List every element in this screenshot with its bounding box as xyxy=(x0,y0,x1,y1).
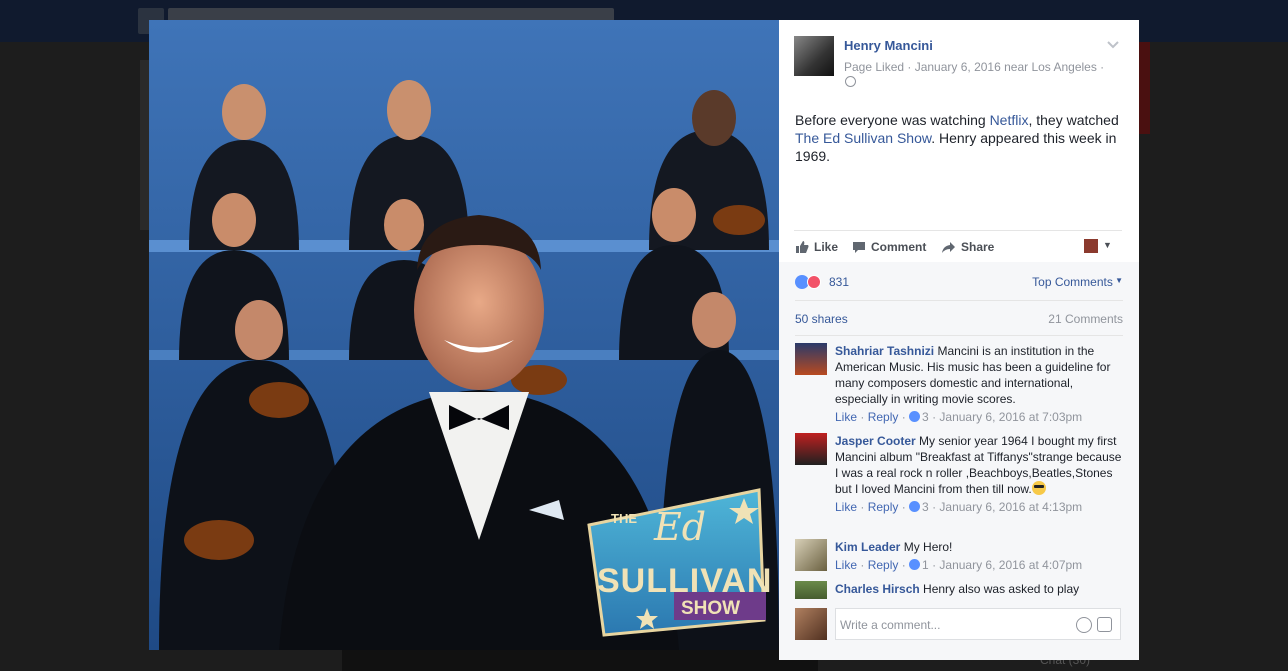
background-red-block xyxy=(1139,42,1150,134)
background-bottom-strip xyxy=(342,650,818,671)
ed-sullivan-show-photo: THE Ed SULLIVAN SHOW xyxy=(149,20,779,650)
like-button[interactable]: Like xyxy=(795,240,838,254)
comment-button[interactable]: Comment xyxy=(852,240,926,254)
comment-actions: Like · Reply · 3 · January 6, 2016 at 4:… xyxy=(835,500,1083,514)
svg-text:Ed: Ed xyxy=(653,505,706,549)
post-photo[interactable]: THE Ed SULLIVAN SHOW xyxy=(149,20,779,650)
ed-sullivan-link[interactable]: The Ed Sullivan Show xyxy=(795,130,931,146)
commenter-avatar[interactable] xyxy=(795,433,827,465)
comment-timestamp[interactable]: January 6, 2016 at 7:03pm xyxy=(939,410,1082,424)
reactions-row: 831 Top Comments ▼ xyxy=(795,262,1123,301)
share-button[interactable]: Share xyxy=(941,240,994,254)
emoji-icon[interactable] xyxy=(1076,617,1092,633)
comment-like-count[interactable]: 3 xyxy=(922,500,929,514)
comment-input[interactable]: Write a comment... xyxy=(835,608,1121,640)
top-comments-label: Top Comments xyxy=(1032,275,1113,289)
page-selector-avatar[interactable] xyxy=(1084,239,1098,253)
commenter-avatar[interactable] xyxy=(795,539,827,571)
svg-text:THE: THE xyxy=(611,511,637,526)
globe-icon xyxy=(845,76,856,87)
like-label: Like xyxy=(814,240,839,254)
comment-actions: Like · Reply · 1 · January 6, 2016 at 4:… xyxy=(835,558,1083,572)
like-reaction-icon xyxy=(909,559,921,570)
comment-reply-link[interactable]: Reply xyxy=(868,558,899,572)
comment-actions: Like · Reply · 3 · January 6, 2016 at 7:… xyxy=(835,410,1083,424)
sticker-icon[interactable] xyxy=(1097,617,1112,632)
post-side-panel: Henry Mancini Page Liked · January 6, 20… xyxy=(779,20,1139,660)
love-reaction-icon xyxy=(807,275,821,289)
comment-like-count[interactable]: 1 xyxy=(922,558,929,572)
like-reaction-icon xyxy=(909,501,921,512)
comment-item: Charles Hirsch Henry also was asked to p… xyxy=(795,581,1125,599)
comment-reply-link[interactable]: Reply xyxy=(868,500,899,514)
feedback-section: 831 Top Comments ▼ 50 shares 21 Comments… xyxy=(779,262,1139,660)
author-avatar[interactable] xyxy=(794,36,834,76)
share-label: Share xyxy=(961,240,995,254)
comment-like-count[interactable]: 3 xyxy=(922,410,929,424)
top-comments-dropdown[interactable]: Top Comments ▼ xyxy=(1032,275,1123,289)
thumbs-up-icon xyxy=(796,241,809,253)
commenter-avatar[interactable] xyxy=(795,581,827,599)
share-arrow-icon xyxy=(942,241,955,253)
like-reaction-icon xyxy=(909,411,921,422)
netflix-link[interactable]: Netflix xyxy=(990,112,1029,128)
comment-reply-link[interactable]: Reply xyxy=(868,410,899,424)
comment-text: My Hero! xyxy=(903,540,953,554)
viewer-avatar xyxy=(795,608,827,640)
author-name[interactable]: Henry Mancini xyxy=(844,38,933,53)
sunglasses-emoji-icon xyxy=(1031,481,1046,495)
commenter-name[interactable]: Shahriar Tashnizi xyxy=(835,344,934,358)
post-text: Before everyone was watching Netflix, th… xyxy=(795,111,1125,165)
action-bar: Like Comment Share ▼ xyxy=(794,230,1122,263)
write-comment-area: Write a comment... xyxy=(795,608,1125,642)
ed-sullivan-logo: THE Ed SULLIVAN SHOW xyxy=(587,488,771,637)
commenter-name[interactable]: Charles Hirsch xyxy=(835,582,920,596)
commenter-name[interactable]: Kim Leader xyxy=(835,540,900,554)
svg-text:SHOW: SHOW xyxy=(681,598,740,619)
shares-link[interactable]: 50 shares xyxy=(795,312,848,326)
comments-count[interactable]: 21 Comments xyxy=(1048,312,1123,326)
comment-timestamp[interactable]: January 6, 2016 at 4:13pm xyxy=(939,500,1082,514)
reaction-count[interactable]: 831 xyxy=(829,275,849,289)
shares-row: 50 shares 21 Comments xyxy=(795,300,1123,336)
post-text-part: , they watched xyxy=(1028,112,1119,128)
comment-label: Comment xyxy=(871,240,927,254)
comment-text: Henry also was asked to play xyxy=(923,582,1080,596)
commenter-avatar[interactable] xyxy=(795,343,827,375)
comment-timestamp[interactable]: January 6, 2016 at 4:07pm xyxy=(939,558,1082,572)
post-text-part: Before everyone was watching xyxy=(795,112,990,128)
comment-like-link[interactable]: Like xyxy=(835,558,857,572)
commenter-name[interactable]: Jasper Cooter xyxy=(835,434,916,448)
comment-placeholder: Write a comment... xyxy=(840,618,941,632)
post-meta: Page Liked · January 6, 2016 near Los An… xyxy=(844,60,1105,74)
caret-down-icon[interactable]: ▼ xyxy=(1103,240,1112,250)
comment-icon xyxy=(853,241,865,253)
comment-like-link[interactable]: Like xyxy=(835,410,857,424)
chevron-down-icon[interactable] xyxy=(1107,38,1119,49)
comment-like-link[interactable]: Like xyxy=(835,500,857,514)
